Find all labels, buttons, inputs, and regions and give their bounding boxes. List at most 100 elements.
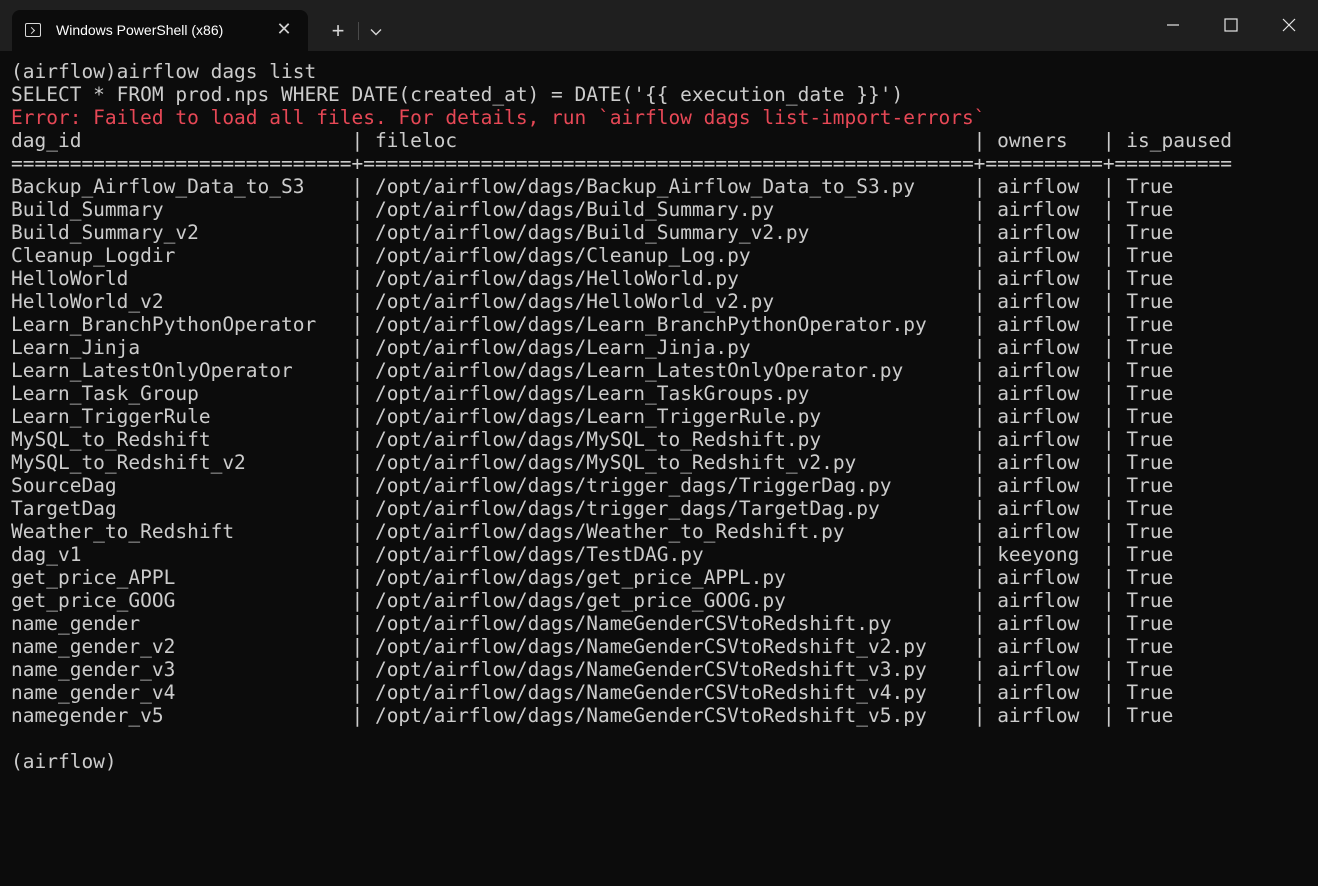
column-separator: | — [1102, 681, 1127, 704]
owners-cell: airflow — [997, 704, 1103, 727]
column-separator: | — [351, 359, 375, 382]
dag-id-cell: namegender_v5 — [11, 704, 352, 727]
column-separator: | — [1102, 612, 1127, 635]
column-separator: | — [1102, 451, 1127, 474]
minimize-button[interactable] — [1144, 0, 1202, 51]
table-row: Weather_to_Redshift | /opt/airflow/dags/… — [11, 520, 1232, 543]
owners-cell: keeyong — [997, 543, 1103, 566]
close-button[interactable] — [1260, 0, 1318, 51]
is-paused-cell: True — [1126, 405, 1174, 428]
column-separator: | — [973, 566, 998, 589]
column-separator: | — [1102, 520, 1127, 543]
dag-id-cell: SourceDag — [11, 474, 352, 497]
maximize-button[interactable] — [1202, 0, 1260, 51]
column-separator: | — [973, 405, 998, 428]
dag-id-cell: Learn_Task_Group — [11, 382, 352, 405]
owners-cell: airflow — [997, 428, 1103, 451]
owners-cell: airflow — [997, 658, 1103, 681]
terminal-icon — [25, 23, 41, 37]
is-paused-cell: True — [1126, 704, 1174, 727]
table-row: dag_v1 | /opt/airflow/dags/TestDAG.py | … — [11, 543, 1232, 566]
dag-id-cell: name_gender_v3 — [11, 658, 352, 681]
column-separator: | — [973, 635, 998, 658]
table-row: HelloWorld | /opt/airflow/dags/HelloWorl… — [11, 267, 1232, 290]
is-paused-cell: True — [1126, 221, 1174, 244]
column-separator: | — [973, 244, 998, 267]
fileloc-cell: /opt/airflow/dags/get_price_GOOG.py — [374, 589, 974, 612]
owners-cell: airflow — [997, 497, 1103, 520]
table-separator: =============================+==========… — [11, 152, 1232, 175]
dag-id-cell: Learn_Jinja — [11, 336, 352, 359]
column-separator: | — [351, 198, 375, 221]
fileloc-cell: /opt/airflow/dags/NameGenderCSVtoRedshif… — [374, 635, 974, 658]
table-row: HelloWorld_v2 | /opt/airflow/dags/HelloW… — [11, 290, 1232, 313]
owners-cell: airflow — [997, 681, 1103, 704]
owners-cell: airflow — [997, 221, 1103, 244]
owners-cell: airflow — [997, 359, 1103, 382]
column-separator: | — [351, 543, 375, 566]
fileloc-cell: /opt/airflow/dags/Learn_Jinja.py — [374, 336, 974, 359]
is-paused-cell: True — [1126, 451, 1174, 474]
table-row: SourceDag | /opt/airflow/dags/trigger_da… — [11, 474, 1232, 497]
tab-separator — [358, 22, 359, 40]
table-row: name_gender_v3 | /opt/airflow/dags/NameG… — [11, 658, 1232, 681]
dag-id-cell: Build_Summary — [11, 198, 352, 221]
column-separator: | — [351, 405, 375, 428]
column-separator: | — [351, 635, 375, 658]
dag-id-cell: get_price_GOOG — [11, 589, 352, 612]
is-paused-cell: True — [1126, 612, 1174, 635]
new-tab-button[interactable]: + — [322, 16, 354, 46]
tab-close-icon[interactable]: ✕ — [272, 18, 296, 42]
error-line: Error: Failed to load all files. For det… — [11, 106, 986, 129]
column-separator: | — [351, 704, 375, 727]
table-row: get_price_APPL | /opt/airflow/dags/get_p… — [11, 566, 1232, 589]
owners-cell: airflow — [997, 405, 1103, 428]
sql-line: SELECT * FROM prod.nps WHERE DATE(create… — [11, 83, 904, 106]
fileloc-cell: /opt/airflow/dags/TestDAG.py — [374, 543, 974, 566]
is-paused-cell: True — [1126, 428, 1174, 451]
command-line: (airflow)airflow dags list — [11, 60, 317, 83]
tab-dropdown-button[interactable] — [362, 16, 390, 46]
column-separator: | — [351, 290, 375, 313]
column-separator: | — [1102, 359, 1127, 382]
column-separator: | — [973, 382, 998, 405]
column-separator: | — [351, 497, 375, 520]
owners-cell: airflow — [997, 336, 1103, 359]
tab-title: Windows PowerShell (x86) — [56, 22, 224, 38]
owners-cell: airflow — [997, 267, 1103, 290]
owners-cell: airflow — [997, 313, 1103, 336]
is-paused-cell: True — [1126, 589, 1174, 612]
is-paused-cell: True — [1126, 336, 1174, 359]
dag-id-cell: name_gender — [11, 612, 352, 635]
column-separator: | — [351, 658, 375, 681]
column-separator: | — [1102, 336, 1127, 359]
is-paused-cell: True — [1126, 681, 1174, 704]
is-paused-cell: True — [1126, 359, 1174, 382]
dag-id-cell: Learn_TriggerRule — [11, 405, 352, 428]
dag-id-cell: HelloWorld_v2 — [11, 290, 352, 313]
is-paused-cell: True — [1126, 313, 1174, 336]
table-row: Learn_TriggerRule | /opt/airflow/dags/Le… — [11, 405, 1232, 428]
terminal-output[interactable]: (airflow)airflow dags list SELECT * FROM… — [0, 51, 1318, 886]
owners-cell: airflow — [997, 382, 1103, 405]
table-row: name_gender_v2 | /opt/airflow/dags/NameG… — [11, 635, 1232, 658]
title-bar: Windows PowerShell (x86) ✕ + — [0, 0, 1318, 51]
fileloc-cell: /opt/airflow/dags/NameGenderCSVtoRedshif… — [374, 681, 974, 704]
owners-cell: airflow — [997, 566, 1103, 589]
column-separator: | — [351, 267, 375, 290]
fileloc-cell: /opt/airflow/dags/NameGenderCSVtoRedshif… — [374, 704, 974, 727]
column-separator: | — [973, 198, 998, 221]
owners-cell: airflow — [997, 635, 1103, 658]
owners-cell: airflow — [997, 474, 1103, 497]
table-row: namegender_v5 | /opt/airflow/dags/NameGe… — [11, 704, 1232, 727]
fileloc-cell: /opt/airflow/dags/HelloWorld.py — [374, 267, 974, 290]
tab-powershell[interactable]: Windows PowerShell (x86) ✕ — [12, 10, 308, 51]
column-separator: | — [973, 336, 998, 359]
close-icon — [1282, 18, 1296, 32]
dag-id-cell: Learn_LatestOnlyOperator — [11, 359, 352, 382]
fileloc-cell: /opt/airflow/dags/Learn_TaskGroups.py — [374, 382, 974, 405]
table-row: Learn_Jinja | /opt/airflow/dags/Learn_Ji… — [11, 336, 1232, 359]
column-separator: | — [1102, 221, 1127, 244]
column-separator: | — [1102, 428, 1127, 451]
owners-cell: airflow — [997, 612, 1103, 635]
